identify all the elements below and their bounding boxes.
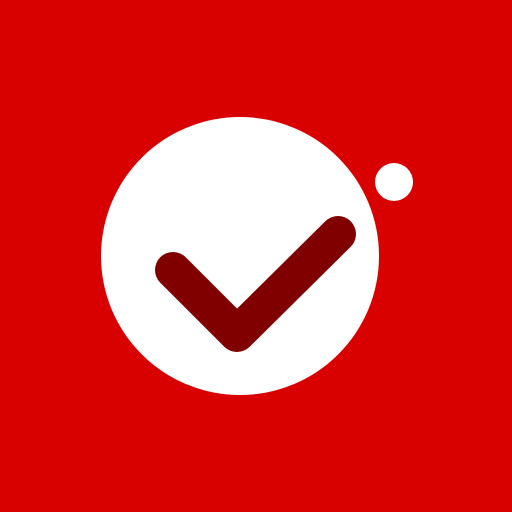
white-dot: [375, 163, 413, 201]
app-icon: [0, 0, 512, 512]
checkmark-logo-icon: [0, 0, 512, 512]
